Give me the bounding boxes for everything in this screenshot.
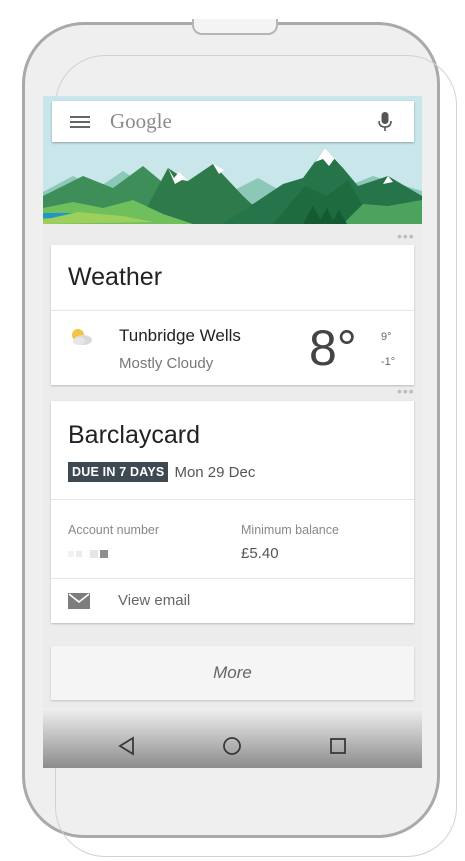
weather-condition: Mostly Cloudy	[119, 355, 214, 372]
weather-location: Tunbridge Wells	[119, 326, 241, 345]
minimum-balance-value: £5.40	[241, 545, 279, 562]
due-date: Mon 29 Dec	[174, 463, 256, 481]
weather-card[interactable]: Weather Tunbridge Wells Mostly Cloudy 8°…	[51, 245, 414, 385]
hamburger-menu-icon[interactable]	[70, 113, 90, 131]
account-number-value	[68, 550, 108, 558]
account-details: Account number Minimum balance £5.40	[51, 500, 414, 578]
phone-speaker	[192, 19, 278, 35]
recents-icon[interactable]	[326, 736, 350, 756]
view-email-row[interactable]: View email	[51, 579, 414, 623]
more-button[interactable]: More	[51, 646, 414, 700]
email-icon	[68, 593, 90, 609]
search-bar[interactable]: Google	[52, 101, 414, 142]
low-temperature: -1°	[381, 356, 396, 368]
weather-details: Tunbridge Wells Mostly Cloudy 8° 9° -1°	[51, 311, 414, 383]
navigation-bar	[43, 708, 422, 768]
barclaycard-card[interactable]: Barclaycard DUE IN 7 DAYS Mon 29 Dec Acc…	[51, 401, 414, 623]
account-number-label: Account number	[68, 523, 160, 537]
weather-card-title: Weather	[68, 263, 163, 291]
phone-screen: Google ••• Weather Tunbridge Wells Mostl…	[43, 96, 422, 768]
weather-card-overflow-menu-icon[interactable]: •••	[397, 229, 415, 243]
barclaycard-card-overflow-menu-icon[interactable]: •••	[397, 384, 415, 398]
view-email-link[interactable]: View email	[118, 592, 190, 609]
due-badge: DUE IN 7 DAYS	[68, 462, 169, 482]
barclaycard-card-title: Barclaycard	[68, 421, 200, 449]
current-temperature: 8°	[309, 320, 357, 376]
back-icon[interactable]	[115, 736, 139, 756]
high-temperature: 9°	[381, 331, 392, 343]
partly-cloudy-icon	[72, 329, 92, 345]
minimum-balance-label: Minimum balance	[241, 523, 339, 537]
microphone-icon[interactable]	[378, 111, 392, 132]
search-input[interactable]: Google	[110, 109, 378, 134]
home-icon[interactable]	[220, 736, 244, 756]
